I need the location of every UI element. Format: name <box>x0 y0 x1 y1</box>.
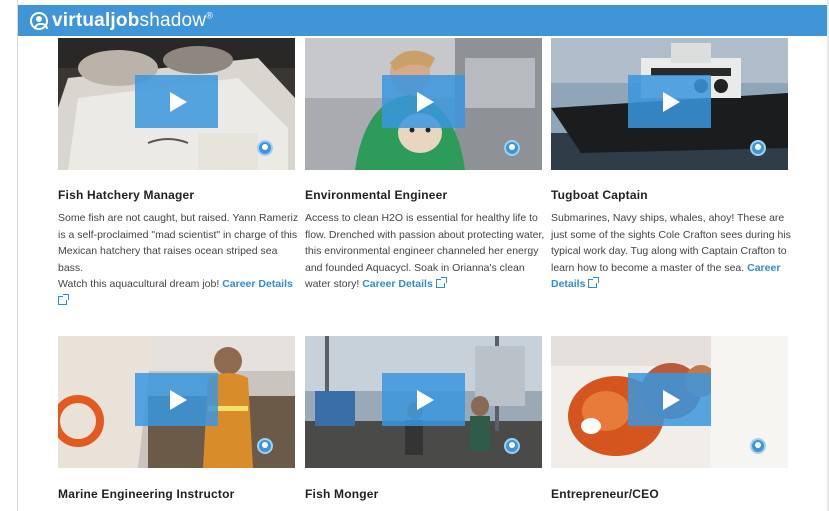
play-button[interactable] <box>135 373 218 426</box>
card-description: Access to clean H2O is essential for hea… <box>305 212 545 290</box>
play-icon <box>417 389 434 410</box>
card-title[interactable]: Fish Monger <box>305 487 379 501</box>
video-thumbnail[interactable] <box>58 38 295 170</box>
external-link-icon[interactable] <box>435 277 447 288</box>
vjs-badge-icon <box>257 140 273 156</box>
play-button[interactable] <box>628 373 711 426</box>
video-thumbnail[interactable] <box>551 336 788 468</box>
card-title[interactable]: Tugboat Captain <box>551 188 648 202</box>
logo-icon[interactable] <box>30 11 48 30</box>
card-description: Some fish are not caught, but raised. Ya… <box>58 210 302 309</box>
card-description: Submarines, Navy ships, whales, ahoy! Th… <box>551 212 791 290</box>
card-title[interactable]: Environmental Engineer <box>305 188 447 202</box>
video-thumbnail[interactable] <box>305 336 542 468</box>
play-icon <box>170 91 187 112</box>
page-left-border <box>17 0 18 511</box>
external-link-icon[interactable] <box>588 277 600 288</box>
play-button[interactable] <box>382 75 465 128</box>
card-title[interactable]: Marine Engineering Instructor <box>58 487 235 501</box>
video-thumbnail[interactable] <box>551 38 788 170</box>
vjs-badge-icon <box>750 438 766 454</box>
card-title[interactable]: Entrepreneur/CEO <box>551 487 659 501</box>
play-icon <box>663 389 680 410</box>
play-button[interactable] <box>135 75 218 128</box>
site-logo[interactable]: virtualjobshadow® <box>52 10 213 32</box>
play-button[interactable] <box>628 75 711 128</box>
play-icon <box>417 91 434 112</box>
site-header: virtualjobshadow® <box>18 5 827 36</box>
video-thumbnail[interactable] <box>58 336 295 468</box>
career-details-link-cont[interactable]: Details <box>551 278 585 290</box>
play-button[interactable] <box>382 373 465 426</box>
vjs-badge-icon <box>504 140 520 156</box>
career-details-link[interactable]: Career <box>747 262 780 274</box>
card-title[interactable]: Fish Hatchery Manager <box>58 188 194 202</box>
vjs-badge-icon <box>750 140 766 156</box>
play-icon <box>663 91 680 112</box>
external-link-icon[interactable] <box>58 293 69 305</box>
play-icon <box>170 389 187 410</box>
career-details-link[interactable]: Career Details <box>362 278 433 290</box>
career-details-link[interactable]: Career Details <box>222 278 293 290</box>
vjs-badge-icon <box>504 438 520 454</box>
video-thumbnail[interactable] <box>305 38 542 170</box>
vjs-badge-icon <box>257 438 273 454</box>
